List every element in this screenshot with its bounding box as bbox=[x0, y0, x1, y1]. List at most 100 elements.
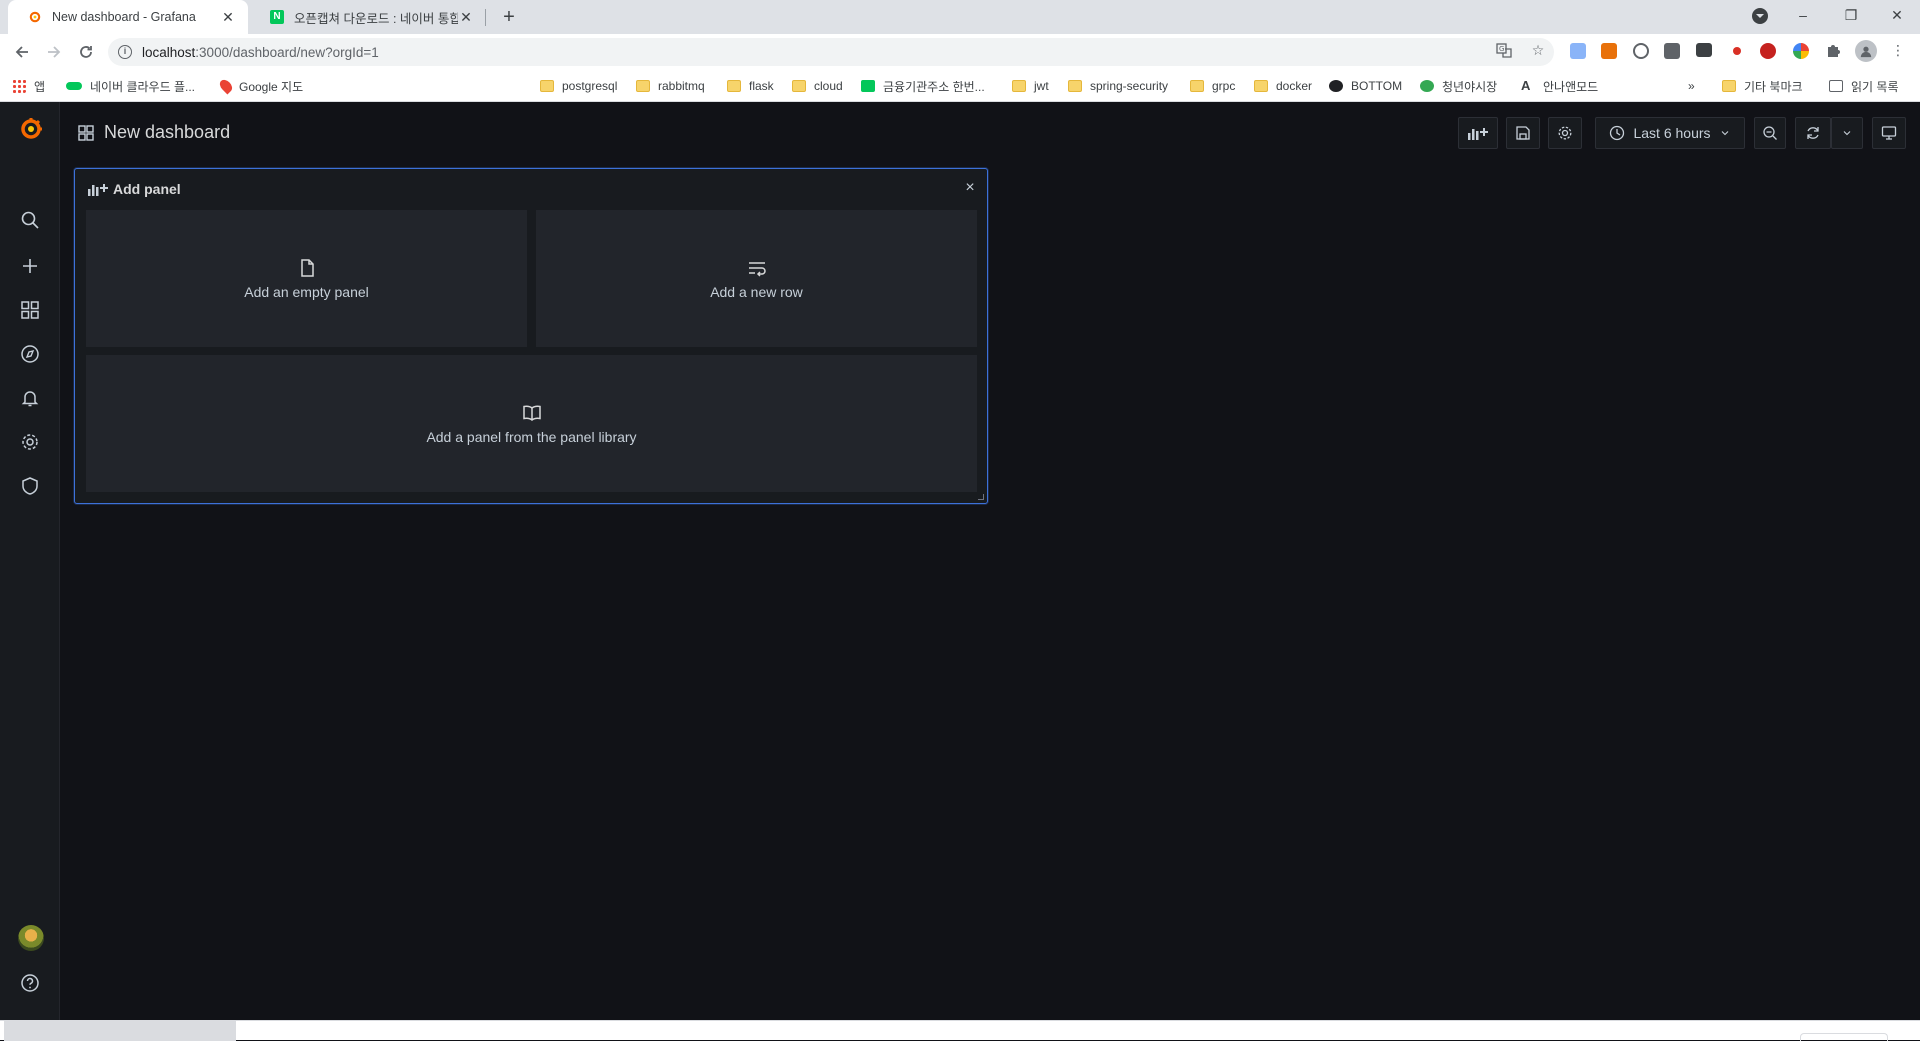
refresh-interval-dropdown[interactable] bbox=[1831, 117, 1863, 149]
dashboards-grid-icon[interactable] bbox=[18, 298, 42, 322]
tab-separator bbox=[485, 9, 486, 26]
search-icon[interactable] bbox=[18, 208, 42, 232]
apps-grid-icon bbox=[12, 79, 26, 93]
bookmarks-overflow-button[interactable]: » bbox=[1688, 77, 1695, 95]
dashboard-title-text: New dashboard bbox=[104, 122, 231, 142]
gear-icon bbox=[1558, 126, 1572, 140]
create-plus-icon[interactable] bbox=[18, 254, 42, 278]
folder-icon bbox=[792, 80, 806, 92]
extension-5-icon[interactable] bbox=[1696, 43, 1712, 57]
bookmark-grpc[interactable]: grpc bbox=[1190, 77, 1235, 95]
browser-toolbar: i localhost:3000/dashboard/new?orgId=1 G… bbox=[0, 34, 1920, 70]
bookmark-postgresql[interactable]: postgresql bbox=[540, 77, 617, 95]
new-tab-button[interactable]: + bbox=[496, 6, 522, 28]
add-panel-button[interactable] bbox=[1458, 117, 1498, 149]
bookmark-apps[interactable]: 앱 bbox=[12, 77, 45, 95]
grafana-logo-icon[interactable] bbox=[18, 116, 44, 142]
forward-icon[interactable] bbox=[42, 40, 66, 64]
dashboard-toolbar: New dashboard Last 6 hours bbox=[60, 102, 1920, 166]
folder-icon bbox=[636, 80, 650, 92]
tab-naver[interactable]: N 오픈캡쳐 다운로드 : 네이버 통합 ✕ bbox=[250, 0, 486, 34]
translate-icon[interactable]: G bbox=[1494, 40, 1514, 60]
help-icon[interactable] bbox=[18, 971, 42, 995]
address-bar[interactable]: i localhost:3000/dashboard/new?orgId=1 bbox=[108, 38, 1554, 66]
dashboard-grid-icon bbox=[78, 124, 94, 141]
chevron-down-icon bbox=[1843, 131, 1851, 136]
site-info-icon[interactable]: i bbox=[118, 45, 132, 59]
save-icon bbox=[1516, 126, 1530, 140]
close-icon[interactable]: × bbox=[961, 179, 979, 197]
site-icon bbox=[1329, 80, 1343, 92]
bookmark-google-maps[interactable]: Google 지도 bbox=[217, 77, 303, 95]
extension-3-icon[interactable] bbox=[1633, 43, 1649, 59]
save-dashboard-button[interactable] bbox=[1506, 117, 1540, 149]
server-admin-shield-icon[interactable] bbox=[18, 474, 42, 498]
minimize-button[interactable]: – bbox=[1780, 0, 1826, 30]
restore-button[interactable]: ❐ bbox=[1828, 0, 1874, 30]
close-window-button[interactable]: ✕ bbox=[1874, 0, 1920, 30]
add-panel-icon bbox=[88, 184, 108, 196]
time-range-picker[interactable]: Last 6 hours bbox=[1595, 117, 1745, 149]
reload-icon[interactable] bbox=[74, 40, 98, 64]
extension-6-icon[interactable] bbox=[1733, 47, 1741, 55]
clock-icon bbox=[1610, 125, 1625, 141]
bookmark-rabbitmq[interactable]: rabbitmq bbox=[636, 77, 705, 95]
dashboard-settings-button[interactable] bbox=[1548, 117, 1582, 149]
tab-title: 오픈캡쳐 다운로드 : 네이버 통합 bbox=[294, 11, 458, 26]
grafana-favicon-icon bbox=[29, 11, 41, 23]
zoom-out-button[interactable] bbox=[1754, 117, 1786, 149]
extensions-puzzle-icon[interactable] bbox=[1823, 40, 1843, 60]
side-menu bbox=[0, 102, 60, 1020]
bookmark-flask[interactable]: flask bbox=[727, 77, 774, 95]
bookmark-cloud[interactable]: cloud bbox=[792, 77, 843, 95]
time-range-label: Last 6 hours bbox=[1633, 125, 1711, 141]
extension-7-icon[interactable] bbox=[1760, 43, 1776, 59]
grafana-app: New dashboard Last 6 hours Add panel × A… bbox=[0, 102, 1920, 1020]
tab-close-icon[interactable]: ✕ bbox=[458, 9, 474, 25]
tab-grafana[interactable]: New dashboard - Grafana ✕ bbox=[8, 0, 248, 34]
bookmark-docker[interactable]: docker bbox=[1254, 77, 1312, 95]
add-new-row-label: Add a new row bbox=[710, 283, 803, 300]
horizontal-scrollbar[interactable] bbox=[0, 1020, 1920, 1041]
bookmark-star-icon[interactable]: ☆ bbox=[1528, 40, 1548, 60]
folder-icon bbox=[540, 80, 554, 92]
extension-4-icon[interactable] bbox=[1664, 43, 1680, 59]
add-library-panel-button[interactable]: Add a panel from the panel library bbox=[86, 355, 977, 492]
tab-close-icon[interactable]: ✕ bbox=[220, 9, 236, 25]
tab-title: New dashboard - Grafana bbox=[52, 10, 196, 24]
tab-search-icon[interactable] bbox=[1752, 8, 1768, 24]
extension-1-icon[interactable] bbox=[1570, 43, 1586, 59]
scroll-thumb[interactable] bbox=[4, 1021, 236, 1041]
naver-cloud-icon bbox=[66, 82, 82, 90]
reading-list-icon bbox=[1829, 80, 1843, 92]
bookmark-naver-cloud[interactable]: 네이버 클라우드 플... bbox=[66, 77, 195, 95]
bookmark-bottom[interactable]: BOTTOM bbox=[1329, 77, 1402, 95]
explore-compass-icon[interactable] bbox=[18, 342, 42, 366]
refresh-button[interactable] bbox=[1795, 117, 1831, 149]
back-icon[interactable] bbox=[10, 40, 34, 64]
add-panel-header: Add panel bbox=[87, 181, 181, 197]
configuration-gear-icon[interactable] bbox=[18, 430, 42, 454]
folder-icon bbox=[727, 80, 741, 92]
extension-2-icon[interactable] bbox=[1601, 43, 1617, 59]
bookmark-anna-mode[interactable]: A 안나앤모드 bbox=[1521, 77, 1598, 95]
refresh-icon bbox=[1807, 127, 1819, 139]
bookmark-youth-market[interactable]: 청년야시장 bbox=[1420, 77, 1497, 95]
url-text: localhost:3000/dashboard/new?orgId=1 bbox=[142, 44, 379, 60]
add-empty-panel-label: Add an empty panel bbox=[244, 283, 369, 300]
alerting-bell-icon[interactable] bbox=[18, 386, 42, 410]
user-avatar[interactable] bbox=[18, 925, 44, 951]
profile-avatar-icon[interactable] bbox=[1855, 40, 1877, 62]
dashboard-title[interactable]: New dashboard bbox=[78, 122, 230, 143]
extension-8-icon[interactable] bbox=[1793, 43, 1809, 59]
add-empty-panel-button[interactable]: Add an empty panel bbox=[86, 210, 527, 347]
bookmark-bank-address[interactable]: 금융기관주소 한번... bbox=[861, 77, 985, 95]
bookmark-spring-security[interactable]: spring-security bbox=[1068, 77, 1168, 95]
add-new-row-button[interactable]: Add a new row bbox=[536, 210, 977, 347]
browser-menu-icon[interactable]: ⋮ bbox=[1888, 40, 1908, 60]
tv-mode-button[interactable] bbox=[1872, 117, 1906, 149]
bookmark-other[interactable]: 기타 북마크 bbox=[1722, 77, 1803, 95]
reading-list[interactable]: 읽기 목록 bbox=[1829, 77, 1899, 95]
bookmark-jwt[interactable]: jwt bbox=[1012, 77, 1049, 95]
resize-handle[interactable] bbox=[978, 494, 984, 500]
